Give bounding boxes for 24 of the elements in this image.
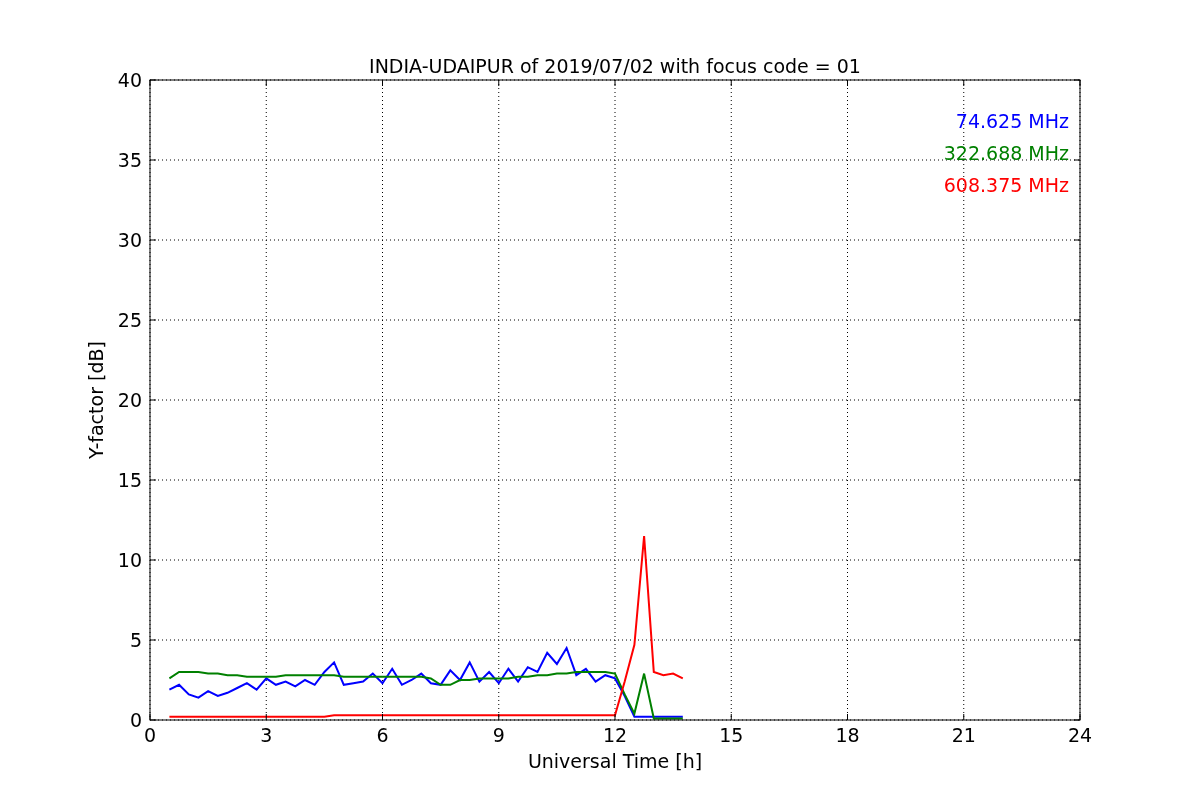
x-tick-label: 24: [1067, 724, 1093, 746]
y-tick-label: 40: [117, 69, 142, 91]
legend-label: 608.375 MHz: [943, 174, 1069, 196]
y-tick-label: 15: [117, 469, 142, 491]
y-tick-label: 35: [117, 149, 142, 171]
x-tick-label: 3: [260, 724, 273, 746]
x-tick-label: 0: [143, 724, 157, 746]
y-tick-label: 20: [117, 389, 142, 411]
x-tick-label: 21: [951, 724, 976, 746]
x-tick-label: 18: [835, 724, 860, 746]
y-tick-label: 25: [117, 309, 142, 331]
x-tick-label: 9: [492, 724, 505, 746]
legend-label: 74.625 MHz: [955, 110, 1069, 132]
chart-title: INDIA-UDAIPUR of 2019/07/02 with focus code = 01: [369, 55, 861, 77]
x-tick-label: 15: [719, 724, 744, 746]
y-tick-label: 10: [117, 549, 142, 571]
y-axis-label: Y-factor [dB]: [85, 341, 107, 459]
x-tick-label: 6: [376, 724, 389, 746]
y-tick-label: 0: [129, 709, 142, 731]
x-axis-label: Universal Time [h]: [527, 750, 703, 772]
x-tick-label: 12: [602, 724, 628, 746]
legend-label: 322.688 MHz: [943, 142, 1069, 164]
y-tick-label: 5: [129, 629, 142, 651]
y-tick-label: 30: [117, 229, 142, 251]
